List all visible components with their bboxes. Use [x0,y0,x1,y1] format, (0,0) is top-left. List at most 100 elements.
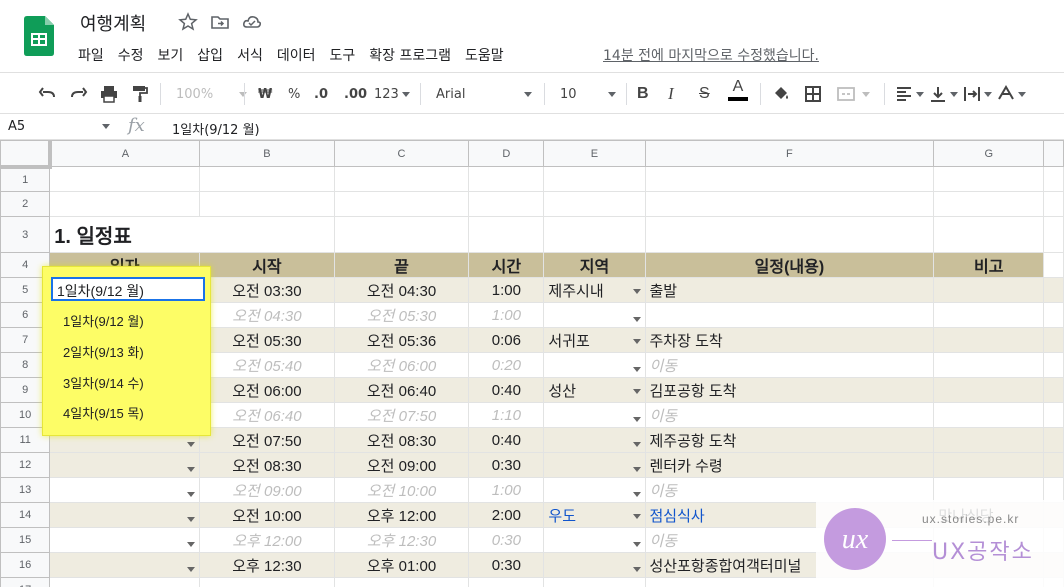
table-header-cell[interactable]: 일정(내용) [644,252,935,278]
bold-button[interactable]: B [637,81,649,107]
column-header-b[interactable]: B [199,140,335,167]
cell[interactable]: 오전 04:30 [199,302,335,328]
cell[interactable] [543,552,646,578]
currency-format-button[interactable]: ₩ [258,81,272,107]
cell[interactable]: 오전 08:30 [199,452,335,478]
cell[interactable] [644,302,935,328]
increase-decimal-button[interactable]: .00 [344,81,367,107]
cell[interactable] [333,166,470,192]
cell[interactable] [333,577,470,587]
row-header[interactable]: 16 [0,552,51,578]
cell[interactable] [933,452,1045,478]
print-icon[interactable] [99,81,119,107]
dropdown-arrow-icon[interactable] [632,567,641,572]
row-header[interactable]: 1 [0,166,51,192]
cell[interactable] [49,527,201,553]
cell[interactable]: 오전 07:50 [199,427,335,453]
cell[interactable]: 오후 12:00 [333,502,470,528]
cell[interactable]: 성산 [543,377,646,403]
cell[interactable]: 오후 12:30 [199,552,335,578]
cell[interactable] [49,452,201,478]
cell[interactable] [199,191,335,217]
dropdown-arrow-icon[interactable] [632,367,641,372]
dropdown-option[interactable]: 1일차(9/12 월) [63,311,144,330]
cell[interactable]: 0:20 [468,352,545,378]
cell[interactable] [933,477,1045,503]
row-header[interactable]: 13 [0,477,51,503]
cell[interactable] [49,552,201,578]
cell[interactable] [199,166,335,192]
dropdown-arrow-icon[interactable] [187,517,196,522]
dropdown-arrow-icon[interactable] [632,513,641,519]
cell[interactable]: 우도 [543,502,646,528]
cell[interactable]: 1:10 [468,402,545,428]
cell[interactable]: 이동 [644,352,935,378]
menu-file[interactable]: 파일 [78,45,111,65]
dropdown-arrow-icon[interactable] [632,492,641,497]
cell[interactable] [49,166,201,192]
dropdown-arrow-icon[interactable] [632,338,641,344]
table-header-cell[interactable]: 지역 [543,252,646,278]
cell[interactable]: 제주시내 [543,277,646,303]
cell[interactable]: 오전 10:00 [199,502,335,528]
column-header-g[interactable]: G [933,140,1045,167]
cell[interactable] [933,302,1045,328]
cell[interactable] [543,352,646,378]
dropdown-arrow-icon[interactable] [187,467,196,472]
dropdown-arrow-icon[interactable] [187,442,196,447]
cell[interactable]: 1:00 [468,477,545,503]
cell[interactable] [933,277,1045,303]
cloud-status-icon[interactable] [242,12,262,32]
borders-icon[interactable] [803,81,823,107]
menu-format[interactable]: 서식 [237,45,270,65]
column-header-d[interactable]: D [468,140,545,167]
column-header-f[interactable]: F [644,140,935,167]
name-box[interactable]: A5 [8,119,110,134]
cell[interactable]: 0:30 [468,552,545,578]
cell[interactable]: 오전 03:30 [199,277,335,303]
cell[interactable] [933,352,1045,378]
cell[interactable]: 1:00 [468,277,545,303]
cell[interactable]: 오전 08:30 [333,427,470,453]
horizontal-align-icon[interactable] [894,81,924,107]
decrease-decimal-button[interactable]: .0 [314,81,328,107]
table-header-cell[interactable]: 끝 [333,252,470,278]
last-edit-link[interactable]: 14분 전에 마지막으로 수정했습니다. [603,45,819,65]
cell[interactable]: 0:40 [468,427,545,453]
column-header-c[interactable]: C [333,140,470,167]
select-all-corner[interactable] [0,140,52,169]
cell[interactable] [543,302,646,328]
cell[interactable] [333,191,470,217]
table-header-cell[interactable]: 비고 [933,252,1045,278]
column-header-a[interactable]: A [49,140,201,167]
cell[interactable]: 주차장 도착 [644,327,935,353]
text-rotation-icon[interactable] [996,81,1026,107]
cell[interactable]: 1:00 [468,302,545,328]
table-header-cell[interactable]: 시간 [468,252,545,278]
cell[interactable]: 오전 05:30 [333,302,470,328]
cell[interactable]: 2:00 [468,502,545,528]
row-header[interactable]: 3 [0,216,51,253]
cell[interactable] [543,527,646,553]
cell[interactable] [543,452,646,478]
dropdown-arrow-icon[interactable] [632,388,641,394]
cell[interactable] [543,191,646,217]
cell[interactable] [49,577,201,587]
dropdown-option[interactable]: 4일차(9/15 목) [63,403,144,422]
menu-view[interactable]: 보기 [158,45,191,65]
row-header[interactable]: 17 [0,577,51,587]
cell[interactable]: 이동 [644,402,935,428]
cell[interactable]: 서귀포 [543,327,646,353]
dropdown-arrow-icon[interactable] [632,542,641,547]
cell[interactable]: 오전 07:50 [333,402,470,428]
section-heading[interactable]: 1. 일정표 [49,216,335,253]
cell[interactable]: 오후 12:00 [199,527,335,553]
vertical-align-icon[interactable] [928,81,958,107]
cell[interactable]: 출발 [644,277,935,303]
more-formats-button[interactable]: 123 [374,81,410,107]
cell[interactable] [49,502,201,528]
strikethrough-button[interactable]: S [699,81,710,107]
cell[interactable]: 오전 06:40 [199,402,335,428]
dropdown-arrow-icon[interactable] [187,567,196,572]
cell[interactable] [468,191,545,217]
